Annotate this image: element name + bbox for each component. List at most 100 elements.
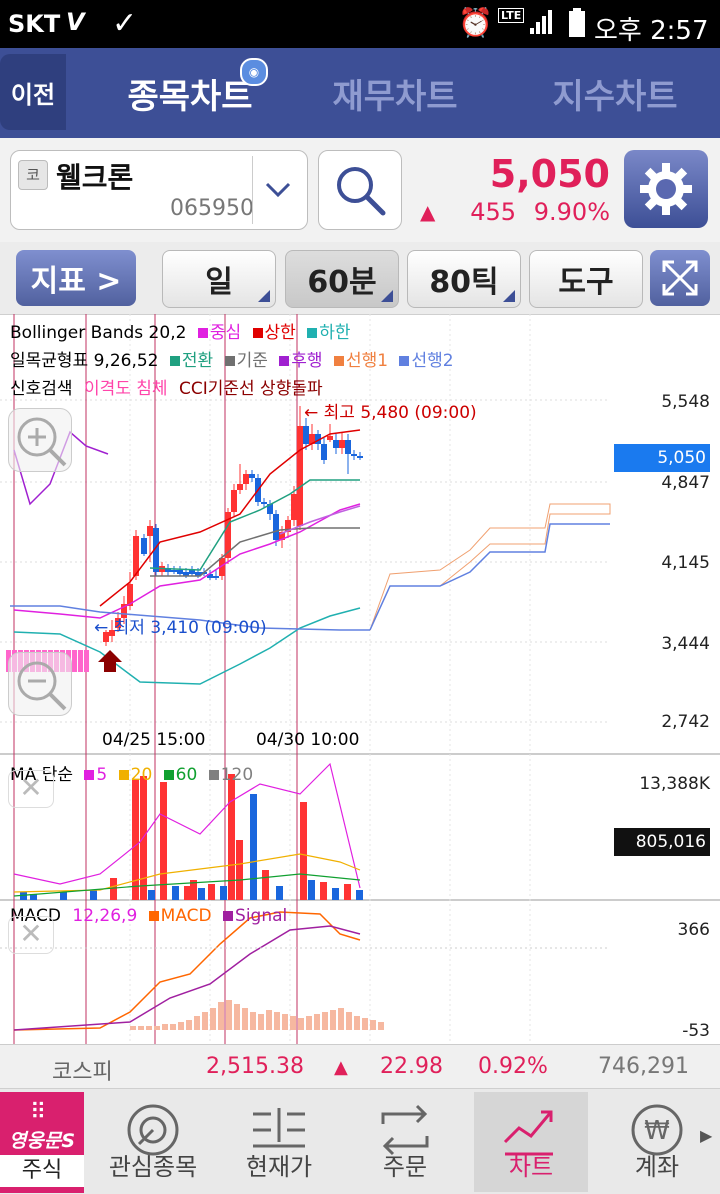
tools-button[interactable]: 도구 xyxy=(529,250,643,308)
y-tick-5: 2,742 xyxy=(661,712,710,732)
macd-y-top: 366 xyxy=(677,920,710,940)
signal-title: 신호검색 xyxy=(10,379,73,399)
macd-params: 12,26,9 xyxy=(72,906,138,926)
vol-ma5-label: 5 xyxy=(96,765,108,785)
volume-bar-23 xyxy=(332,888,339,900)
carrier-label: SKT xyxy=(8,10,61,38)
nav-stock[interactable]: ⠿ 영웅문S 주식 xyxy=(0,1092,84,1193)
svg-text:₩: ₩ xyxy=(644,1116,670,1146)
bollinger-title: Bollinger Bands 20,2 xyxy=(10,323,187,343)
nav-watchlist[interactable]: 관심종목 xyxy=(98,1092,208,1192)
macd-bar-16 xyxy=(258,1014,264,1030)
period-tick-button[interactable]: 80틱 xyxy=(407,250,521,308)
ichimoku-title: 일목균형표 9,26,52 xyxy=(10,351,159,371)
volume-bar-8 xyxy=(160,782,167,900)
candle-body-32 xyxy=(297,426,303,526)
macd-bar-2 xyxy=(146,1026,152,1030)
bb-lower-label: 하한 xyxy=(319,323,351,343)
macd-bar-23 xyxy=(314,1014,320,1030)
macd-bar-22 xyxy=(306,1016,312,1030)
back-button[interactable]: 이전 xyxy=(0,54,66,130)
candle-body-21 xyxy=(231,490,237,512)
bollinger-legend: Bollinger Bands 20,2 중심 상한 하한 xyxy=(10,318,350,343)
gear-icon xyxy=(640,163,692,215)
ich-base-label: 기준 xyxy=(236,351,268,371)
nav-current-price[interactable]: 현재가 xyxy=(224,1092,334,1192)
volume-bar-14 xyxy=(220,886,227,900)
cloud-forward xyxy=(369,503,611,631)
macd-bar-15 xyxy=(250,1012,256,1030)
index-volume: 746,291 xyxy=(598,1054,689,1079)
tab-index-chart[interactable]: 지수차트 xyxy=(520,48,710,138)
macd-bar-0 xyxy=(130,1026,136,1030)
x-tick-2: 04/30 10:00 xyxy=(256,730,360,750)
macd-bar-3 xyxy=(154,1026,160,1030)
x-tick-1: 04/25 15:00 xyxy=(102,730,206,750)
volume-bar-25 xyxy=(356,890,363,900)
macd-bar-19 xyxy=(282,1014,288,1030)
candle-body-23 xyxy=(243,474,249,484)
volume-bar-16 xyxy=(236,840,243,900)
candle-body-28 xyxy=(273,514,279,540)
nav-account[interactable]: ₩ 계좌 xyxy=(602,1092,712,1192)
battery-icon xyxy=(568,8,586,42)
macd-bar-10 xyxy=(210,1008,216,1030)
zoom-out-button[interactable] xyxy=(8,652,72,716)
macd-bar-29 xyxy=(362,1018,368,1030)
period-60min-button[interactable]: 60분 xyxy=(285,250,399,308)
close-icon: ✕ xyxy=(19,771,43,804)
candle-body-22 xyxy=(237,484,243,490)
macd-bar-13 xyxy=(234,1004,240,1030)
info-badge-icon: ◉ xyxy=(240,58,268,86)
tab-financial-chart[interactable]: 재무차트 xyxy=(300,48,490,138)
nav-watchlist-label: 관심종목 xyxy=(108,1153,198,1181)
volume-bar-2 xyxy=(60,892,67,900)
zoom-out-icon xyxy=(17,661,67,711)
nav-account-label: 계좌 xyxy=(634,1153,680,1181)
macd-bar-27 xyxy=(346,1012,352,1030)
period-day-button[interactable]: 일 xyxy=(162,250,276,308)
close-volume-button[interactable]: ✕ xyxy=(8,770,54,808)
search-button[interactable] xyxy=(318,150,402,230)
fullscreen-button[interactable] xyxy=(650,250,710,306)
nav-more-arrow-icon[interactable]: ▶ xyxy=(700,1126,712,1145)
macd-bar-7 xyxy=(186,1020,192,1030)
nav-chart-label: 차트 xyxy=(508,1153,554,1181)
price-change: 455 xyxy=(470,198,516,226)
nav-order[interactable]: 주문 xyxy=(350,1092,460,1192)
volume-bar-4 xyxy=(110,878,117,900)
nav-chart[interactable]: 차트 xyxy=(474,1092,588,1192)
candle-body-42 xyxy=(357,456,363,458)
close-macd-button[interactable]: ✕ xyxy=(8,916,54,954)
indicator-button[interactable]: 지표 > xyxy=(16,250,136,306)
y-tick-1: 5,548 xyxy=(661,392,710,412)
macd-line xyxy=(13,911,361,1031)
zoom-in-button[interactable] xyxy=(8,408,72,472)
volume-bar-9 xyxy=(172,886,179,900)
period-day-label: 일 xyxy=(205,265,233,300)
kospi-index-bar[interactable]: 코스피 2,515.38 ▲ 22.98 0.92% 746,291 xyxy=(0,1044,720,1089)
candle-body-36 xyxy=(321,444,327,460)
stock-dropdown-button[interactable] xyxy=(252,156,303,224)
bb-center-line xyxy=(13,503,361,619)
volume-bar-10 xyxy=(184,886,191,900)
brand-logo: 영웅문S xyxy=(8,1130,76,1152)
settings-button[interactable] xyxy=(624,150,708,228)
alarm-icon: ⏰ xyxy=(458,6,493,39)
high-annotation: ← 최고 5,480 (09:00) xyxy=(304,403,477,423)
bb-upper-label: 상한 xyxy=(264,323,296,343)
candle-body-37 xyxy=(327,436,333,440)
span2-line xyxy=(369,523,610,631)
index-change: 22.98 xyxy=(380,1054,443,1079)
volume-bar-19 xyxy=(276,886,283,900)
nav-stock-label: 주식 xyxy=(0,1155,84,1187)
clock: 오후 2:57 xyxy=(594,16,709,46)
macd-line-label: MACD xyxy=(160,906,212,926)
signal-marker-12 xyxy=(78,650,83,672)
macd-bar-17 xyxy=(266,1010,272,1030)
ich-lagging-label: 후행 xyxy=(291,351,323,371)
candle-body-38 xyxy=(333,440,339,448)
macd-bar-18 xyxy=(274,1012,280,1030)
ichimoku-legend: 일목균형표 9,26,52 전환 기준 후행 선행1 선행2 xyxy=(10,346,454,371)
signal-legend: 신호검색 이격도 침체 CCI기준선 상향돌파 xyxy=(10,374,323,399)
